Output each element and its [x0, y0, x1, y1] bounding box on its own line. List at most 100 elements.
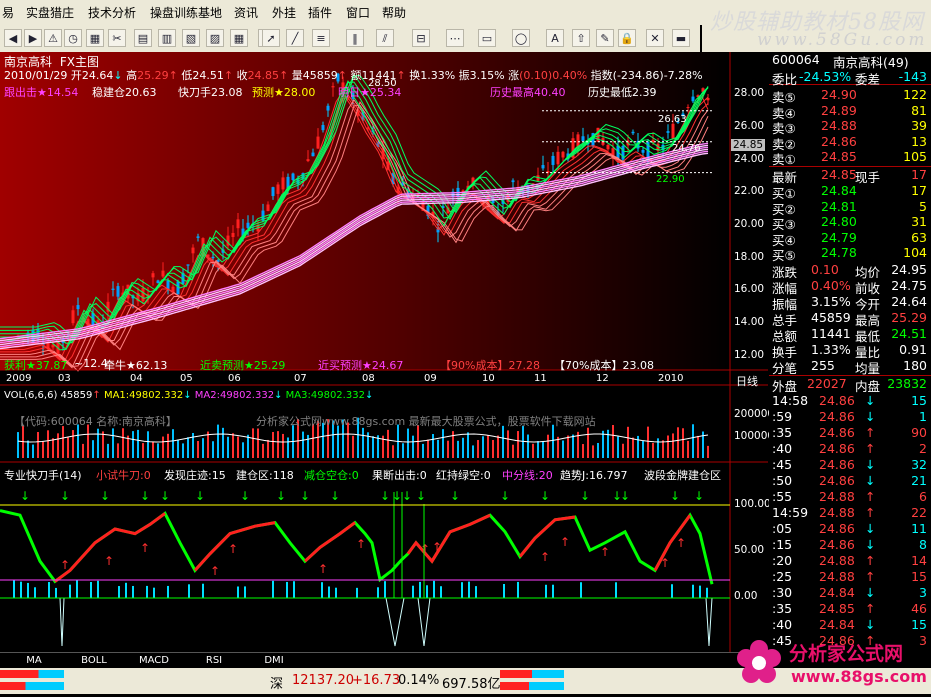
- buy-row-2: 买② 24.81 5: [769, 199, 931, 217]
- tab-boll[interactable]: BOLL: [64, 654, 124, 668]
- tab-rsi[interactable]: RSI: [184, 654, 244, 668]
- text-icon[interactable]: A: [546, 29, 564, 47]
- lines-icon[interactable]: ≡: [312, 29, 330, 47]
- eraser-icon[interactable]: ✎: [596, 29, 614, 47]
- stat-cell: 均量: [855, 361, 881, 376]
- cut-icon[interactable]: ✂: [108, 29, 126, 47]
- weicha-value: -143: [898, 69, 927, 84]
- back-icon[interactable]: ◀: [4, 29, 22, 47]
- sell-arrow-icon: ↓: [20, 489, 30, 503]
- sell-arrow-icon: ↓: [580, 489, 590, 503]
- tab-ma[interactable]: MA: [4, 654, 64, 668]
- lock-icon[interactable]: 🔒: [618, 29, 636, 47]
- tick-cell: 24.86: [819, 457, 855, 472]
- line-icon[interactable]: ╱: [286, 29, 304, 47]
- tab-macd[interactable]: MACD: [124, 654, 184, 668]
- tick-cell: ↑: [865, 569, 876, 584]
- menu-item-0[interactable]: 易: [2, 4, 14, 21]
- candle-body: [156, 280, 160, 284]
- tick-cell: 14:58: [772, 393, 809, 408]
- tick-cell: ↓: [865, 409, 876, 424]
- buy-arrow-icon: ↑: [104, 554, 114, 568]
- ellipse-icon[interactable]: ◯: [512, 29, 530, 47]
- candle-body: [161, 270, 165, 277]
- status-change: +16.73: [352, 673, 401, 688]
- watermark-url: www.58Gu.com: [757, 30, 928, 50]
- menu-item-training[interactable]: 操盘训练基地: [150, 4, 222, 21]
- tick-cell: 24.84: [819, 585, 855, 600]
- sheet3-icon[interactable]: ▧: [182, 29, 200, 47]
- sheet2-icon[interactable]: ▥: [158, 29, 176, 47]
- buy-arrow-icon: ↑: [210, 564, 220, 578]
- time-tick-0: 2009: [6, 373, 32, 384]
- grid-icon[interactable]: ▦: [86, 29, 104, 47]
- buy-arrow-icon: ↑: [228, 542, 238, 556]
- tick-cell: 14:59: [772, 505, 809, 520]
- table-icon[interactable]: ▦: [230, 29, 248, 47]
- time-tick-7: 09: [424, 373, 437, 384]
- ind-tick-1: 50.00: [734, 544, 765, 556]
- menu-item-plugins[interactable]: 插件: [308, 4, 332, 21]
- stat-cell: 25.29: [891, 310, 927, 325]
- weibi-label: 委比: [772, 72, 798, 87]
- save-icon[interactable]: ▬: [672, 29, 690, 47]
- ind-tick-2: 0.00: [734, 590, 758, 602]
- alert-icon[interactable]: ⚠: [44, 29, 62, 47]
- tick-row: 14:58 24.86 ↓ 15: [769, 393, 931, 409]
- menu-item-window[interactable]: 窗口: [346, 4, 370, 21]
- menu-item-news[interactable]: 资讯: [234, 4, 258, 21]
- channel-icon[interactable]: ⊟: [412, 29, 430, 47]
- menu-item-plugin-ext[interactable]: 外挂: [272, 4, 296, 21]
- stat-cell: 45859: [811, 310, 851, 325]
- vertical-lines-icon[interactable]: ‖: [346, 29, 364, 47]
- gann-icon[interactable]: ⋯: [446, 29, 464, 47]
- tick-cell: 24.86: [819, 425, 855, 440]
- candle-body: [116, 286, 120, 297]
- sell-arrow-icon: ↓: [694, 489, 704, 503]
- candle-body: [276, 184, 280, 194]
- tick-cell: :45: [772, 457, 793, 472]
- tick-cell: :30: [772, 585, 793, 600]
- line2-item-3: 预测★28.00: [252, 86, 316, 99]
- tick-cell: ↑: [865, 489, 876, 504]
- vol-value: 45859: [302, 69, 338, 82]
- chart-area[interactable]: ↓ ↓ ↓ ↓ ↓ ↓ ↓ ↓ ↓ ↓ ↓ ↓ ↓ ↓ ↓ ↓ ↓ ↓ ↓↓ ↓ ↓↑ ↑↑↑↑↑↑ ↑ ↑↑↑↑↑↑: [0, 52, 768, 652]
- buy-row-4-price: 24.79: [821, 229, 857, 245]
- clock-icon[interactable]: ◷: [64, 29, 82, 47]
- cursor-icon[interactable]: ➚: [262, 29, 280, 47]
- sheet4-icon[interactable]: ▨: [206, 29, 224, 47]
- annotation-2663: 26.63: [658, 114, 687, 125]
- stat-cell: 0.40%: [811, 278, 851, 293]
- indicator-header: 专业快刀手(14) 小试牛刀:0 发现庄迹:15 建仓区:118 减仓空仓:0 …: [4, 467, 730, 482]
- tick-cell: 24.86: [819, 521, 855, 536]
- candle-body: [266, 204, 270, 212]
- fan-icon[interactable]: ⫽: [376, 29, 394, 47]
- tab-dmi[interactable]: DMI: [244, 654, 304, 668]
- rect-icon[interactable]: ▭: [478, 29, 496, 47]
- time-unit[interactable]: 日线: [736, 373, 758, 389]
- tick-row: :20 24.88 ↑ 14: [769, 553, 931, 569]
- ind-item-5: 果断出击:0: [372, 469, 427, 482]
- price-tick-4: 20.00: [734, 218, 765, 230]
- ind-item-0: 专业快刀手(14): [4, 469, 82, 482]
- stat-cell: 255: [811, 358, 835, 373]
- menu-item-help[interactable]: 帮助: [382, 4, 406, 21]
- menu-item-shipan[interactable]: 实盘猎庄: [26, 4, 74, 21]
- delete-icon[interactable]: ✕: [646, 29, 664, 47]
- forward-icon[interactable]: ▶: [24, 29, 42, 47]
- logo-url: www.88gs.com: [791, 667, 927, 686]
- buy-row-4-volume: 63: [911, 229, 927, 245]
- tick-row: 14:59 24.88 ↑ 22: [769, 505, 931, 521]
- sell-arrow-icon: ↓: [195, 489, 205, 503]
- tick-cell: 11: [911, 521, 927, 536]
- tick-row: :15 24.86 ↓ 8: [769, 537, 931, 553]
- up-arrow-icon[interactable]: ⇧: [572, 29, 590, 47]
- tick-cell: :40: [772, 617, 793, 632]
- time-axis: 2009 03 04 05 06 07 08 09 10 11 12 2010 …: [0, 373, 768, 389]
- bottom-item-1: ~12.4: [74, 357, 108, 370]
- tick-row: :50 24.86 ↓ 21: [769, 473, 931, 489]
- weicha-label: 委差: [855, 72, 881, 87]
- candle-body: [641, 149, 645, 153]
- sheet1-icon[interactable]: ▤: [134, 29, 152, 47]
- menu-item-analysis[interactable]: 技术分析: [88, 4, 136, 21]
